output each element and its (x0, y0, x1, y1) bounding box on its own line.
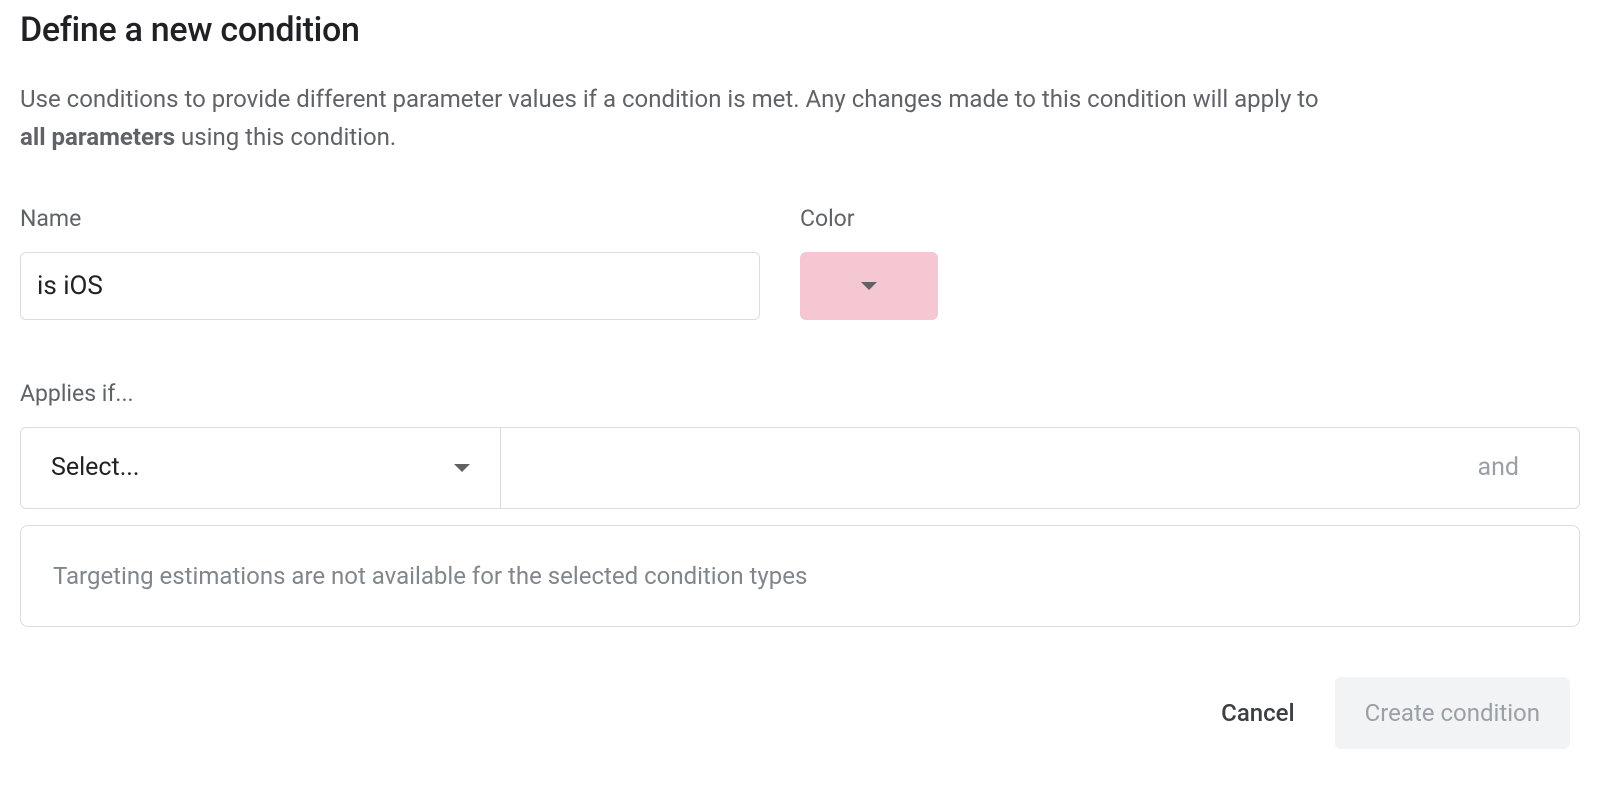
description-pre: Use conditions to provide different para… (20, 85, 1319, 113)
name-field-group: Name (20, 205, 760, 320)
select-placeholder-text: Select... (51, 453, 139, 482)
and-label[interactable]: and (1477, 453, 1519, 482)
create-condition-button[interactable]: Create condition (1335, 677, 1570, 749)
description-post: using this condition. (175, 123, 396, 151)
chevron-down-icon (861, 282, 877, 290)
applies-row: Select... and (20, 427, 1580, 509)
dialog-footer: Cancel Create condition (20, 677, 1580, 749)
chevron-down-icon (454, 464, 470, 472)
condition-description: Use conditions to provide different para… (20, 80, 1320, 157)
cancel-button[interactable]: Cancel (1211, 685, 1304, 741)
applies-section: Applies if... Select... and (20, 380, 1580, 509)
condition-type-select[interactable]: Select... (21, 428, 501, 508)
name-input[interactable] (20, 252, 760, 320)
name-label: Name (20, 205, 760, 232)
estimation-message: Targeting estimations are not available … (53, 562, 807, 590)
description-bold: all parameters (20, 123, 175, 151)
applies-label: Applies if... (20, 380, 1580, 407)
color-field-group: Color (800, 205, 938, 320)
name-color-row: Name Color (20, 205, 1580, 320)
color-picker[interactable] (800, 252, 938, 320)
estimation-box: Targeting estimations are not available … (20, 525, 1580, 627)
applies-value-area: and (501, 428, 1579, 508)
color-label: Color (800, 205, 938, 232)
page-title: Define a new condition (20, 10, 1580, 50)
